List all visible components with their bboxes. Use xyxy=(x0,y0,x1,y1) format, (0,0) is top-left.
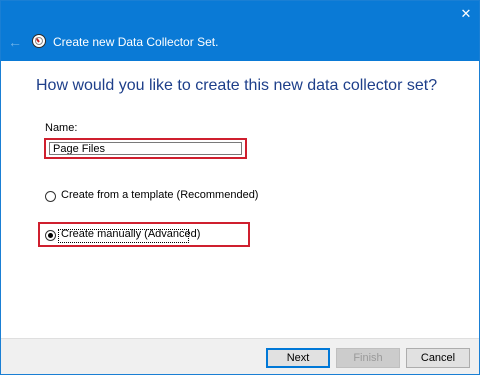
next-button[interactable]: Next xyxy=(266,348,330,368)
option-template-label[interactable]: Create from a template (Recommended) xyxy=(61,189,258,201)
performance-monitor-icon xyxy=(32,34,46,48)
focus-rectangle xyxy=(58,229,189,243)
radio-manual[interactable] xyxy=(45,230,56,241)
button-bar: Next Finish Cancel xyxy=(1,338,479,374)
back-arrow-icon[interactable]: ← xyxy=(7,34,23,50)
page-heading: How would you like to create this new da… xyxy=(36,77,438,94)
close-icon[interactable]: ✕ xyxy=(459,7,473,21)
window-title: Create new Data Collector Set. xyxy=(53,35,219,49)
title-bar: ← Create new Data Collector Set. ✕ xyxy=(1,1,479,61)
name-field-highlight: Page Files xyxy=(44,138,247,159)
dialog-window: ← Create new Data Collector Set. ✕ How w… xyxy=(0,0,480,375)
name-field[interactable]: Page Files xyxy=(49,142,242,155)
name-label: Name: xyxy=(45,122,78,134)
finish-button[interactable]: Finish xyxy=(336,348,400,368)
cancel-button[interactable]: Cancel xyxy=(406,348,470,368)
radio-template[interactable] xyxy=(45,191,56,202)
